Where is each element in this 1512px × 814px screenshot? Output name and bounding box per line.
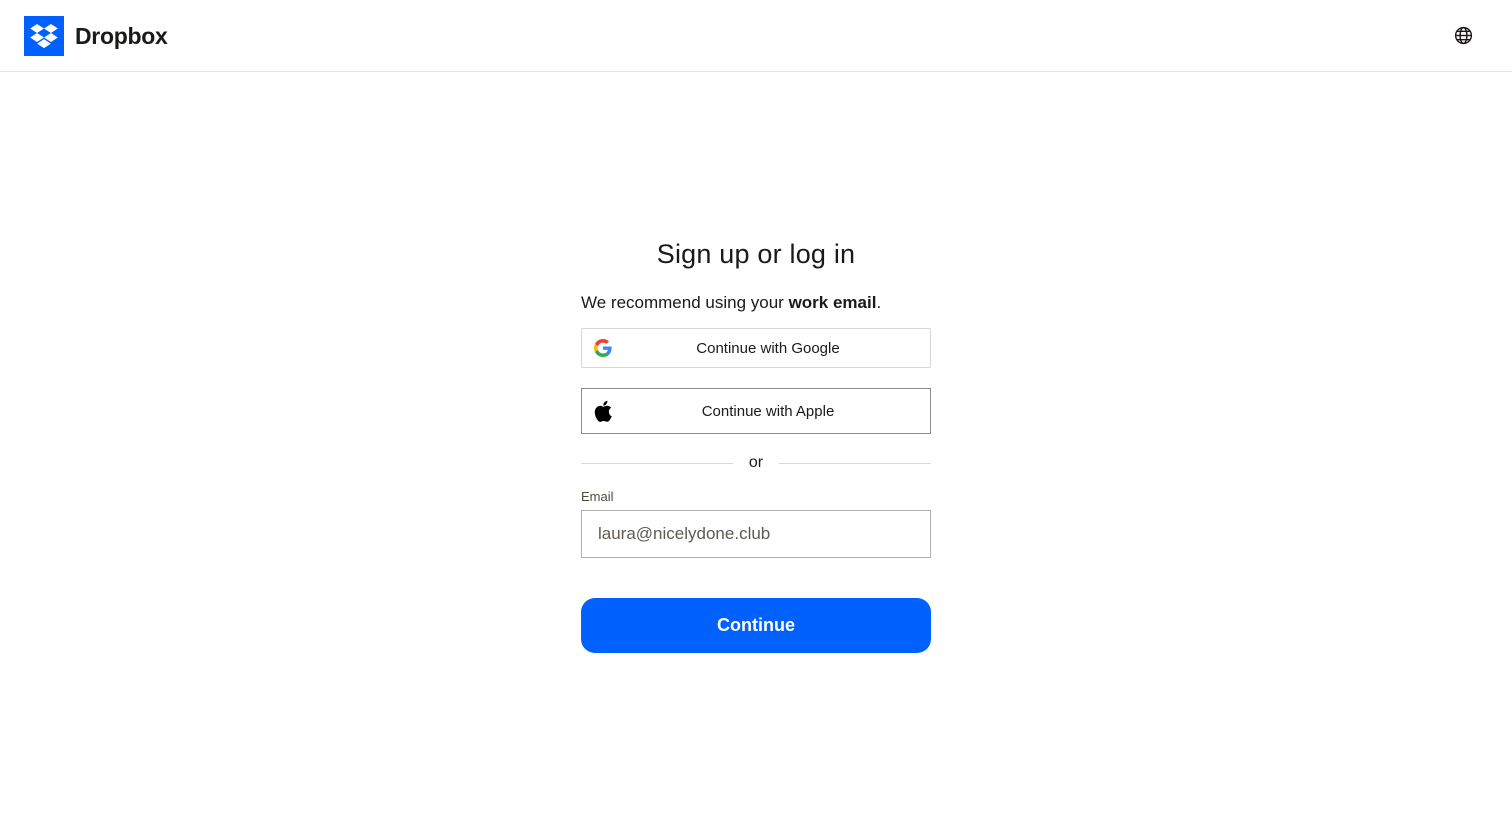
brand-name: Dropbox (75, 22, 168, 49)
recommendation-text: We recommend using your work email. (581, 292, 931, 314)
continue-button[interactable]: Continue (581, 598, 931, 653)
or-divider: or (581, 453, 931, 473)
dropbox-home-link[interactable]: Dropbox (24, 16, 168, 56)
recommend-bold: work email (788, 293, 877, 312)
top-bar: Dropbox (0, 0, 1512, 72)
globe-icon (1454, 26, 1473, 45)
google-button-label: Continue with Google (696, 339, 840, 357)
recommend-suffix: . (876, 293, 882, 312)
email-label: Email (581, 489, 614, 504)
language-selector-button[interactable] (1453, 25, 1474, 46)
divider-line-right (779, 462, 931, 464)
sign-in-form: Sign up or log in We recommend using you… (581, 236, 931, 653)
apple-icon (594, 400, 612, 422)
continue-with-google-button[interactable]: Continue with Google (581, 328, 931, 368)
email-input[interactable] (581, 510, 931, 558)
apple-button-label: Continue with Apple (701, 402, 835, 420)
dropbox-logo-icon (24, 16, 64, 56)
recommend-prefix: We recommend using your (581, 293, 789, 312)
continue-with-apple-button[interactable]: Continue with Apple (581, 388, 931, 434)
google-icon (594, 339, 612, 357)
page-title: Sign up or log in (656, 239, 856, 269)
divider-line-left (581, 462, 733, 464)
divider-text: or (748, 454, 764, 471)
